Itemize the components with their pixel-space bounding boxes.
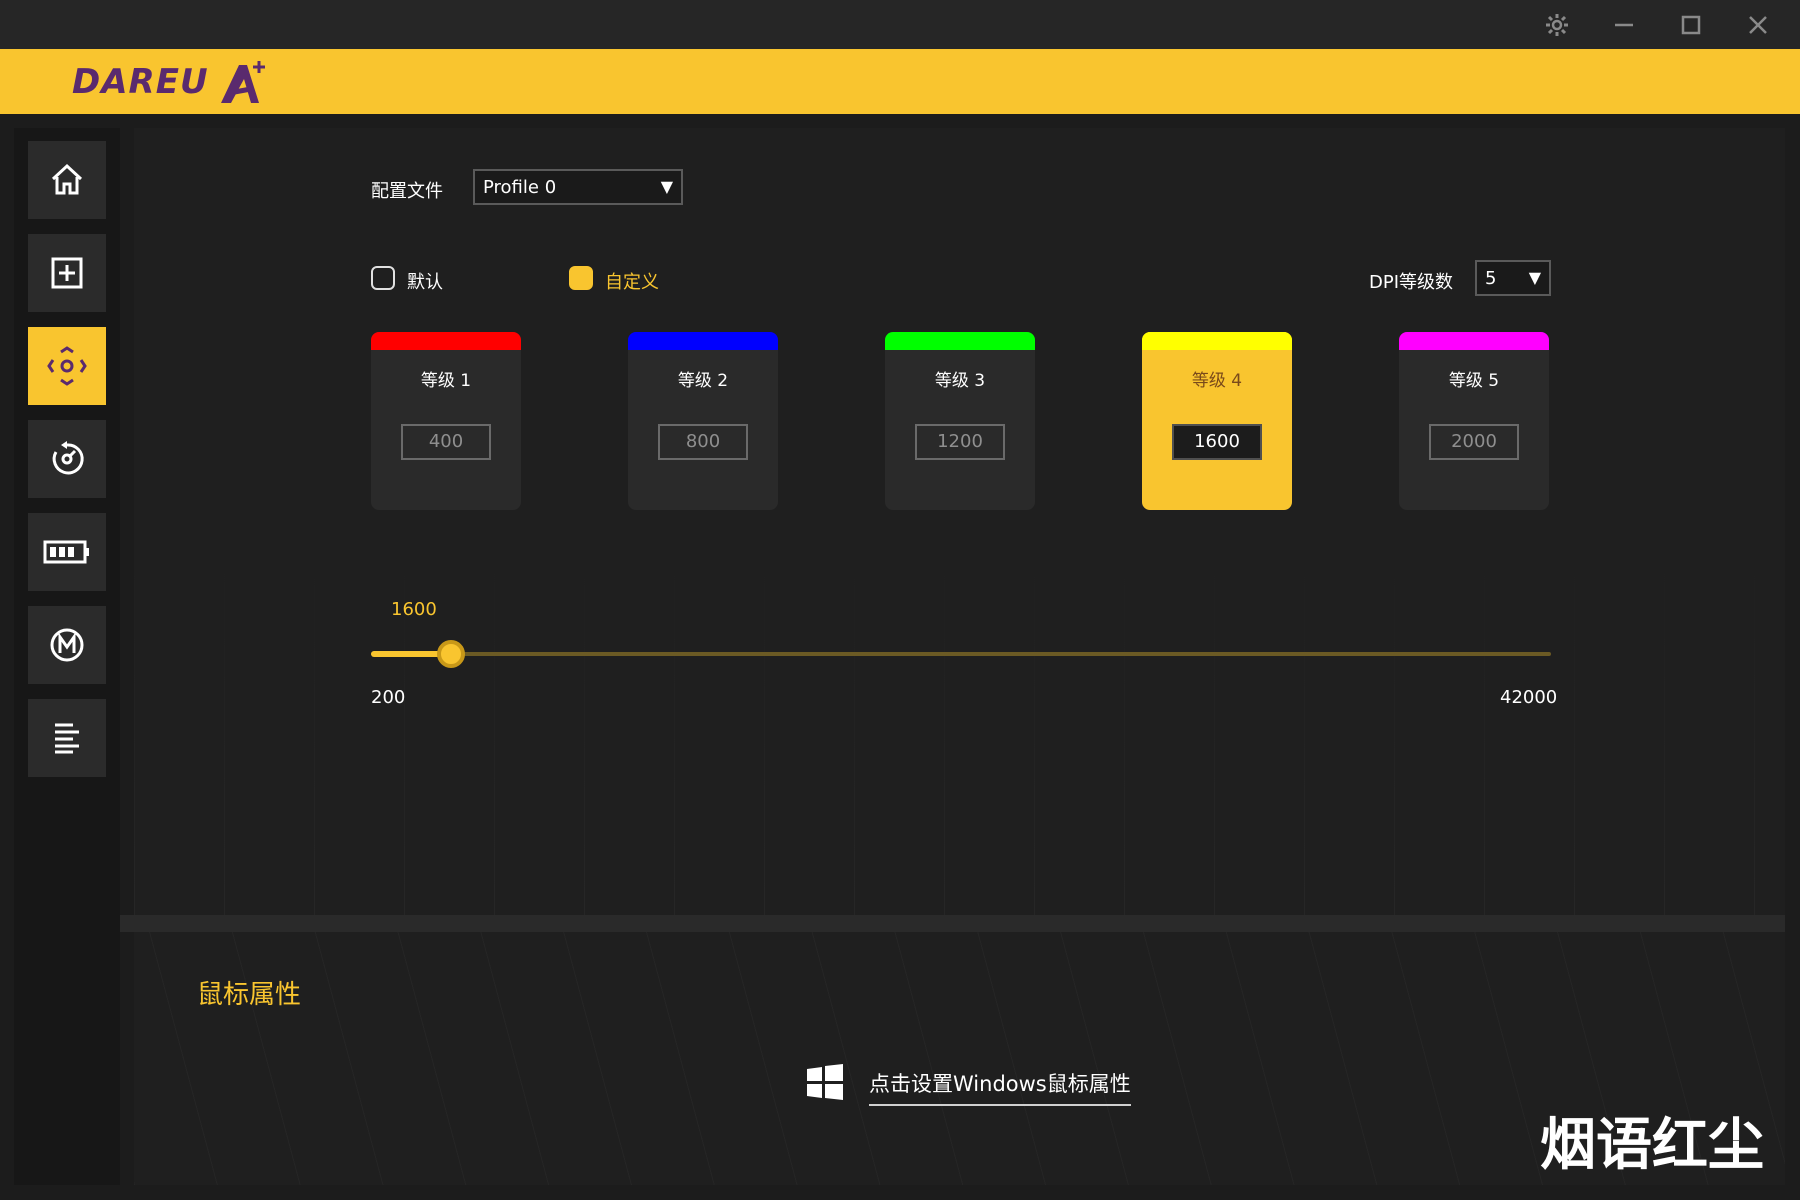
dpi-color-stripe [628, 332, 778, 350]
plus-square-icon [51, 257, 83, 289]
dpi-crosshair-icon [47, 346, 87, 386]
windows-logo-icon [807, 1064, 843, 1100]
brand-bar: DAREU [0, 49, 1800, 114]
macro-m-icon [50, 628, 84, 662]
profile-select[interactable]: Profile 0 ▼ [473, 169, 683, 205]
default-mode-radio[interactable] [371, 266, 395, 290]
dpi-color-stripe [885, 332, 1035, 350]
dpi-card-2[interactable]: 等级 2 800 [628, 332, 778, 510]
sidebar [14, 128, 120, 1185]
profile-label: 配置文件 [371, 181, 443, 202]
dpi-card-title: 等级 2 [677, 371, 729, 391]
dpi-levels-value: 5 [1485, 267, 1497, 289]
close-icon[interactable] [1733, 6, 1783, 44]
dpi-value-input[interactable]: 800 [658, 424, 748, 460]
windows-mouse-settings-link[interactable]: 点击设置Windows鼠标属性 [869, 1068, 1131, 1106]
sidebar-item-dpi[interactable] [28, 327, 106, 405]
dpi-card-1[interactable]: 等级 1 400 [371, 332, 521, 510]
sidebar-item-home[interactable] [28, 141, 106, 219]
dpi-card-4[interactable]: 等级 4 1600 [1142, 332, 1292, 510]
custom-mode-label: 自定义 [605, 272, 659, 293]
dpi-slider-thumb[interactable] [436, 640, 465, 668]
settings-icon[interactable] [1532, 6, 1582, 44]
maximize-icon[interactable] [1666, 6, 1716, 44]
dpi-color-stripe [1399, 332, 1549, 350]
slider-min-label: 200 [371, 687, 406, 708]
dpi-color-stripe [1142, 332, 1292, 350]
dpi-card-title: 等级 3 [934, 371, 986, 391]
dpi-levels-label: DPI等级数 [1369, 272, 1454, 293]
panel-divider [120, 915, 1785, 932]
watermark-text: 烟语红尘 [1540, 1113, 1764, 1178]
default-mode-label: 默认 [407, 272, 443, 293]
polling-rate-icon [52, 441, 84, 475]
dpi-slider-track[interactable] [371, 652, 1551, 656]
chevron-down-icon: ▼ [1528, 268, 1541, 287]
dpi-card-title: 等级 4 [1191, 371, 1243, 391]
sidebar-item-battery[interactable] [28, 513, 106, 591]
logo-a-plus-icon [220, 61, 265, 103]
slider-current-value: 1600 [391, 599, 437, 620]
mouse-properties-panel [134, 932, 1785, 1185]
minimize-icon[interactable] [1599, 6, 1649, 44]
dpi-value-input[interactable]: 1200 [915, 424, 1005, 460]
dpi-value-input[interactable]: 400 [401, 424, 491, 460]
dpi-levels-select[interactable]: 5 ▼ [1475, 260, 1551, 296]
dpi-color-stripe [371, 332, 521, 350]
sidebar-item-polling[interactable] [28, 420, 106, 498]
profile-select-value: Profile 0 [483, 176, 557, 198]
sidebar-item-settings-list[interactable] [28, 699, 106, 777]
slider-max-label: 42000 [1500, 687, 1558, 708]
home-icon [51, 163, 83, 195]
dareu-logo: DAREU [72, 59, 267, 105]
custom-mode-radio[interactable] [569, 266, 593, 290]
dpi-card-title: 等级 1 [420, 371, 472, 391]
title-bar [0, 0, 1800, 49]
dpi-value-input[interactable]: 1600 [1172, 424, 1262, 460]
battery-icon [43, 540, 89, 564]
dpi-card-title: 等级 5 [1448, 371, 1500, 391]
dpi-settings-panel [134, 128, 1785, 915]
dpi-card-3[interactable]: 等级 3 1200 [885, 332, 1035, 510]
sidebar-item-macro[interactable] [28, 606, 106, 684]
dpi-value-input[interactable]: 2000 [1429, 424, 1519, 460]
sidebar-item-add[interactable] [28, 234, 106, 312]
dpi-card-5[interactable]: 等级 5 2000 [1399, 332, 1549, 510]
list-lines-icon [55, 723, 79, 754]
chevron-down-icon: ▼ [660, 177, 673, 196]
mouse-properties-title: 鼠标属性 [197, 980, 302, 1010]
